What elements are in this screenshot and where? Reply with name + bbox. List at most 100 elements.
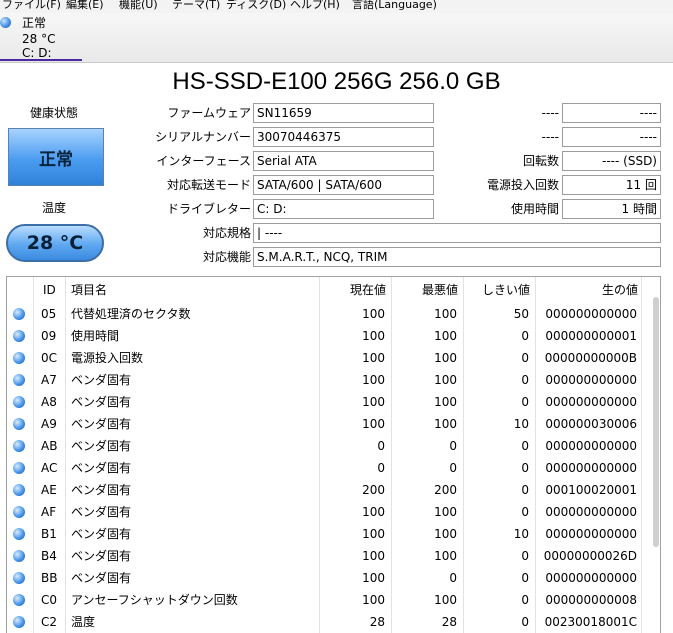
menu-edit[interactable]: 編集(E) [66, 0, 104, 13]
cell-current: 0 [377, 439, 385, 453]
table-row[interactable]: A8 ベンダ固有 100 100 0 000000000000 [7, 391, 660, 413]
menu-help[interactable]: ヘルプ(H) [290, 0, 340, 13]
menu-language[interactable]: 言語(Language) [352, 0, 437, 13]
cell-threshold: 0 [521, 461, 529, 475]
temperature-badge[interactable]: 28 °C [6, 224, 104, 262]
cell-name: 電源投入回数 [71, 351, 144, 365]
table-row[interactable]: AC ベンダ固有 0 0 0 000000000000 [7, 457, 660, 479]
header-id[interactable]: ID [43, 283, 56, 297]
cell-name: アンセーフシャットダウン回数 [71, 593, 238, 607]
blank-field-2: ---- [562, 127, 661, 147]
cell-raw: 000000000000 [545, 461, 637, 475]
cell-id: A8 [41, 395, 57, 409]
cell-current: 100 [362, 351, 385, 365]
cell-raw: 000000000008 [545, 593, 637, 607]
table-row[interactable]: A7 ベンダ固有 100 100 0 000000000000 [7, 369, 660, 391]
menu-theme[interactable]: テーマ(T) [172, 0, 220, 13]
cell-worst: 0 [449, 461, 457, 475]
menu-function[interactable]: 機能(U) [119, 0, 158, 13]
cell-name: ベンダ固有 [71, 373, 132, 387]
power-count-field: 11 回 [562, 175, 661, 195]
status-dot-icon [13, 594, 25, 606]
cell-current: 100 [362, 417, 385, 431]
cell-name: ベンダ固有 [71, 461, 132, 475]
health-status-badge[interactable]: 正常 [8, 128, 104, 186]
disk-tab[interactable]: 正常 28 °C C: D: [0, 13, 82, 61]
table-row[interactable]: 0C 電源投入回数 100 100 0 00000000000B [7, 347, 660, 369]
cell-current: 100 [362, 549, 385, 563]
cell-current: 100 [362, 307, 385, 321]
cell-raw: 000000000000 [545, 571, 637, 585]
header-raw[interactable]: 生の値 [602, 283, 638, 297]
header-current[interactable]: 現在値 [350, 283, 386, 297]
table-row[interactable]: AB ベンダ固有 0 0 0 000000000000 [7, 435, 660, 457]
cell-name: ベンダ固有 [71, 395, 132, 409]
table-row[interactable]: B1 ベンダ固有 100 100 10 000000000000 [7, 523, 660, 545]
temperature-label: 温度 [42, 201, 67, 215]
cell-current: 100 [362, 373, 385, 387]
firmware-label: ファームウェア [167, 106, 251, 120]
cell-current: 200 [362, 483, 385, 497]
cell-worst: 100 [434, 351, 457, 365]
cell-threshold: 50 [513, 307, 529, 321]
table-row[interactable]: 05 代替処理済のセクタ数 100 100 50 000000000000 [7, 303, 660, 325]
menu-disk[interactable]: ディスク(D) [226, 0, 286, 13]
cell-name: ベンダ固有 [71, 549, 132, 563]
cell-worst: 0 [449, 571, 457, 585]
table-row[interactable]: AE ベンダ固有 200 200 0 000100020001 [7, 479, 660, 501]
cell-threshold: 0 [521, 395, 529, 409]
cell-worst: 100 [434, 307, 457, 321]
table-row[interactable]: BB ベンダ固有 100 0 0 000000000000 [7, 567, 660, 589]
cell-threshold: 0 [521, 505, 529, 519]
cell-worst: 28 [441, 615, 457, 629]
cell-threshold: 10 [513, 527, 529, 541]
cell-raw: 00000000026D [543, 549, 637, 563]
serial-field: 30070446375 [253, 127, 434, 147]
table-row[interactable]: 09 使用時間 100 100 0 000000000001 [7, 325, 660, 347]
header-threshold[interactable]: しきい値 [482, 283, 530, 297]
cell-raw: 000000000000 [545, 505, 637, 519]
header-name[interactable]: 項目名 [71, 283, 107, 297]
transfer-mode-field: SATA/600 | SATA/600 [253, 175, 434, 195]
table-row[interactable]: C0 アンセーフシャットダウン回数 100 100 0 000000000008 [7, 589, 660, 611]
disk-tab-drives: C: D: [22, 46, 52, 60]
cell-name: ベンダ固有 [71, 439, 132, 453]
status-dot-icon [13, 484, 25, 496]
cell-worst: 100 [434, 373, 457, 387]
cell-id: C0 [41, 593, 58, 607]
status-dot-icon [13, 550, 25, 562]
status-dot-icon [13, 308, 25, 320]
disk-tab-temp: 28 °C [22, 32, 56, 46]
table-scrollbar[interactable] [653, 297, 659, 547]
cell-threshold: 10 [513, 417, 529, 431]
table-row[interactable]: B4 ベンダ固有 100 100 0 00000000026D [7, 545, 660, 567]
power-hours-field: 1 時間 [562, 199, 661, 219]
status-dot-icon [13, 572, 25, 584]
cell-current: 100 [362, 571, 385, 585]
table-row[interactable]: A9 ベンダ固有 100 100 10 000000030006 [7, 413, 660, 435]
smart-table[interactable]: ID 項目名 現在値 最悪値 しきい値 生の値 05 代替処理済のセクタ数 100 1… [6, 276, 661, 633]
status-dot-icon [13, 374, 25, 386]
cell-worst: 0 [449, 439, 457, 453]
cell-id: AE [41, 483, 57, 497]
status-dot-icon [0, 17, 11, 28]
cell-threshold: 0 [521, 615, 529, 629]
cell-name: ベンダ固有 [71, 571, 132, 585]
cell-id: 05 [41, 307, 57, 321]
menu-file[interactable]: ファイル(F) [2, 0, 61, 13]
cell-raw: 00000000000B [544, 351, 637, 365]
drive-letter-label: ドライブレター [166, 202, 251, 216]
table-header: ID 項目名 現在値 最悪値 しきい値 生の値 [7, 277, 660, 301]
table-row[interactable]: AF ベンダ固有 100 100 0 000000000000 [7, 501, 660, 523]
cell-current: 28 [369, 615, 385, 629]
cell-worst: 100 [434, 505, 457, 519]
cell-id: AF [41, 505, 57, 519]
cell-id: B1 [41, 527, 57, 541]
cell-current: 100 [362, 395, 385, 409]
header-worst[interactable]: 最悪値 [422, 283, 458, 297]
cell-name: 使用時間 [71, 329, 120, 343]
interface-label: インターフェース [156, 154, 251, 168]
disk-tab-status: 正常 [22, 16, 47, 30]
table-row[interactable]: C2 温度 28 28 0 00230018001C [7, 611, 660, 633]
cell-current: 100 [362, 527, 385, 541]
